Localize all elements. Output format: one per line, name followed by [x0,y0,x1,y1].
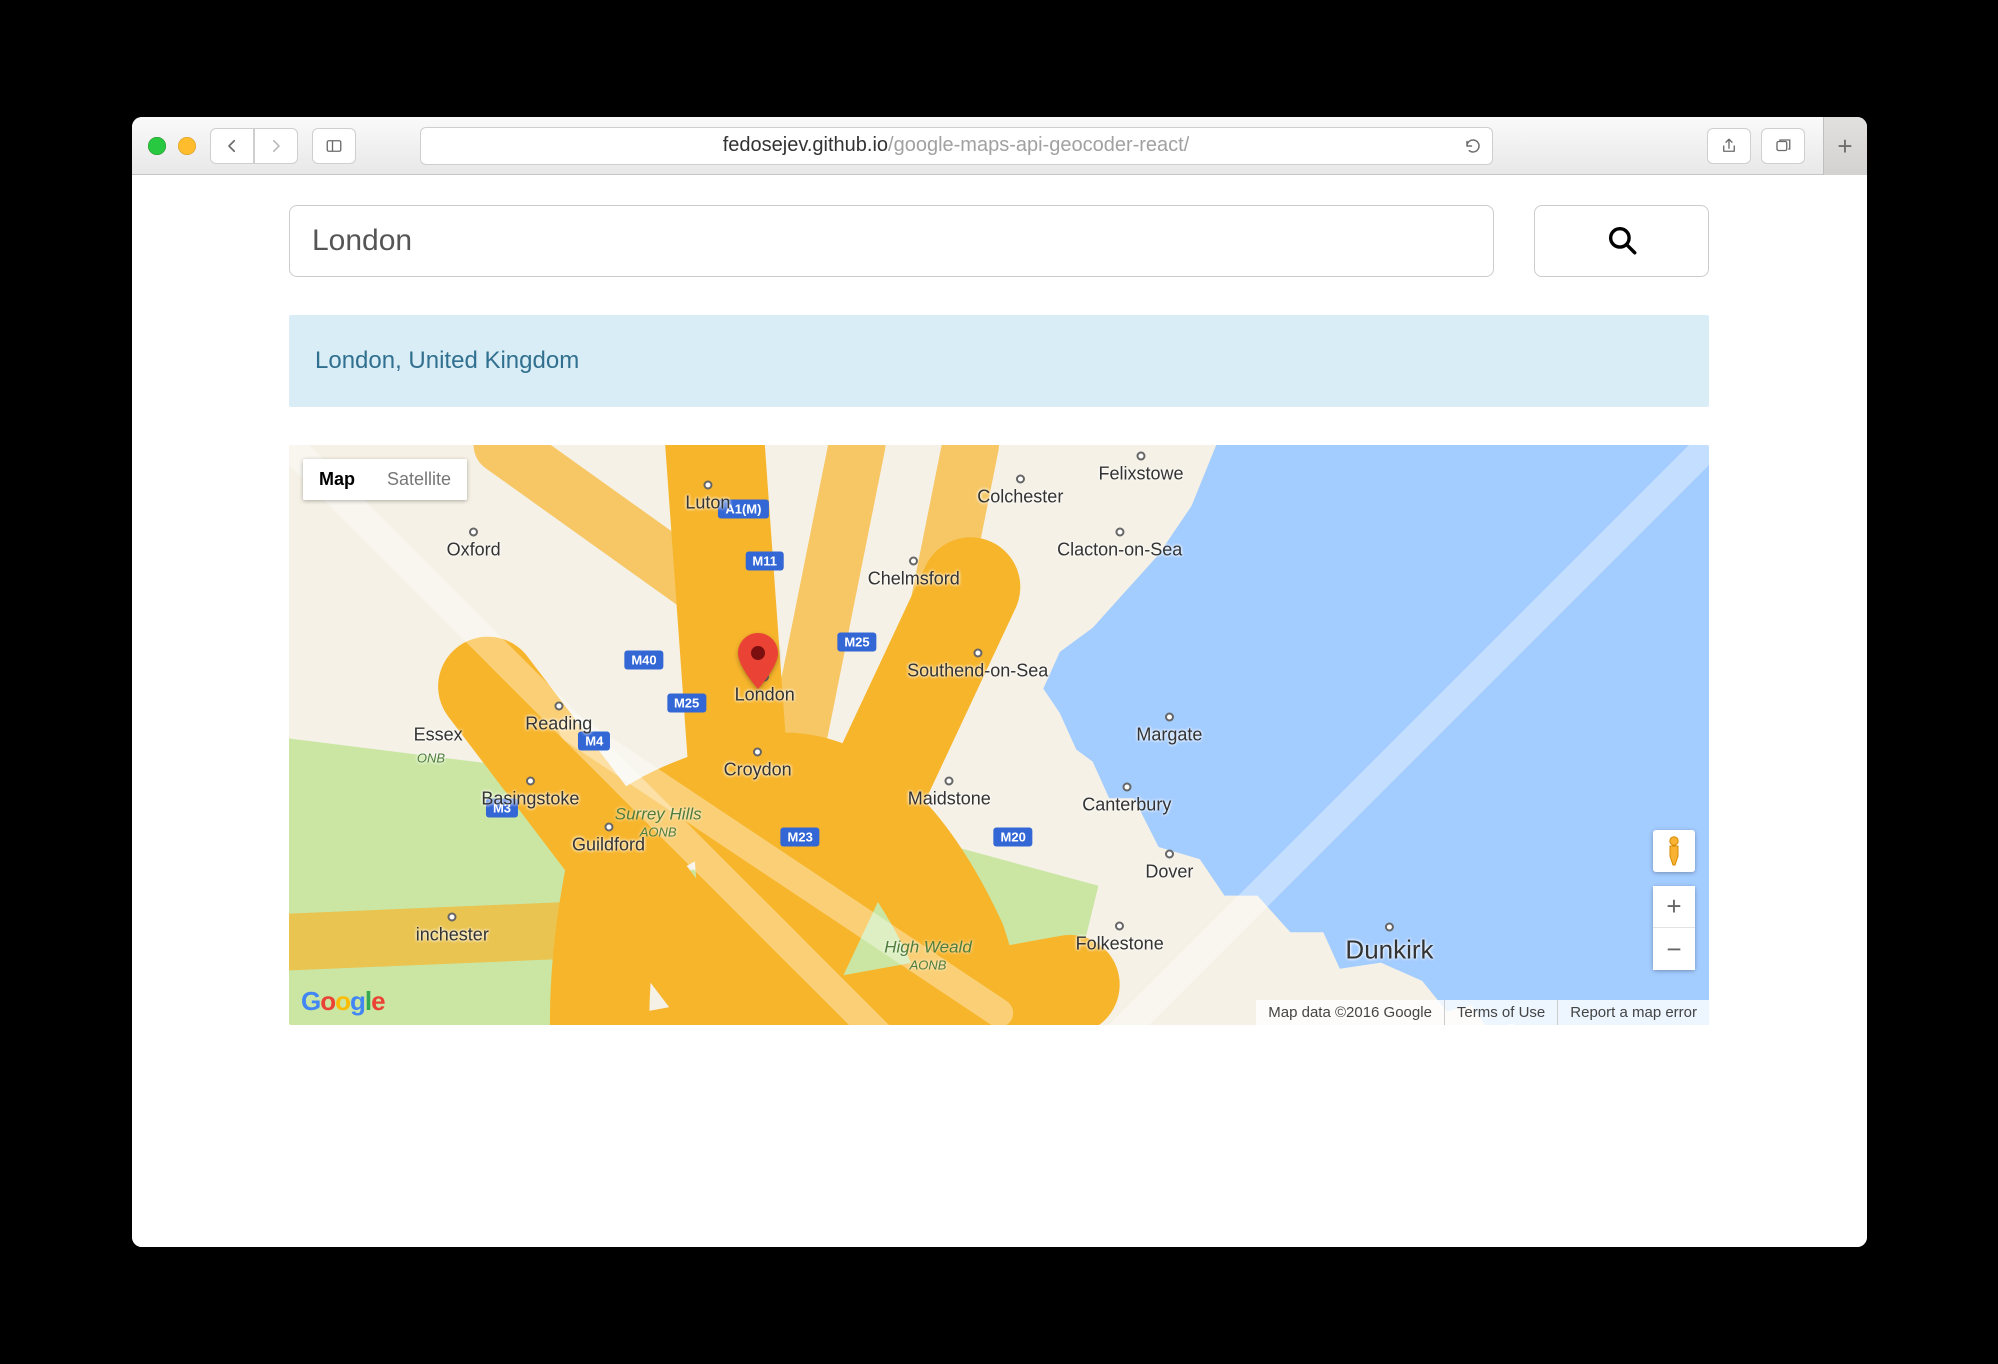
report-link[interactable]: Report a map error [1570,1004,1697,1021]
zoom-control: + − [1653,886,1695,970]
city-label: Maidstone [908,777,991,810]
search-button[interactable] [1534,205,1709,277]
park-label: High WealdAONB [884,938,972,973]
city-label: Margate [1136,713,1202,746]
city-label: Chelmsford [868,556,960,589]
map-type-satellite[interactable]: Satellite [371,459,467,500]
city-label: Dunkirk [1345,922,1433,965]
result-text: London, United Kingdom [315,347,579,374]
road-sign: M4 [578,731,610,750]
map-attribution: Map data ©2016 Google Terms of Use Repor… [1256,1000,1709,1025]
city-label: Luton [685,481,730,514]
road-sign: M25 [667,694,706,713]
fullscreen-window-icon[interactable] [148,137,166,155]
road-sign: M40 [624,650,663,669]
city-label: Reading [525,701,592,734]
city-label: Croydon [724,748,792,781]
city-label: Dover [1145,849,1193,882]
city-label: Folkestone [1076,922,1164,955]
road-sign: M23 [781,827,820,846]
road-sign: M20 [994,827,1033,846]
road-sign: M11 [745,552,784,571]
pegman-icon[interactable] [1653,830,1695,872]
map-data-text: Map data ©2016 Google [1256,1000,1444,1025]
city-label: Southend-on-Sea [907,649,1048,682]
window-traffic-lights [148,137,196,155]
city-label: Canterbury [1082,782,1171,815]
navigation-buttons [210,128,298,164]
map-right-controls: + − [1653,830,1695,970]
terms-link[interactable]: Terms of Use [1457,1004,1545,1021]
search-row [289,205,1709,277]
map-type-control: Map Satellite [303,459,467,500]
browser-toolbar: fedosejev.github.io/google-maps-api-geoc… [132,117,1867,175]
city-label: inchester [416,913,489,946]
show-tabs-button[interactable] [1761,128,1805,164]
page-viewport[interactable]: London, United Kingdom [132,175,1867,1247]
share-button[interactable] [1707,128,1751,164]
app-container: London, United Kingdom [289,175,1709,1085]
address-url: fedosejev.github.io/google-maps-api-geoc… [723,134,1190,157]
map-canvas[interactable]: A1(M)M11M25M40M25M4M3M23M20 Surrey Hills… [289,445,1709,1025]
forward-button[interactable] [254,128,298,164]
zoom-out-button[interactable]: − [1653,928,1695,970]
city-label: Essex [414,725,463,746]
reload-icon[interactable] [1464,137,1482,155]
toolbar-right-buttons [1707,128,1805,164]
geocode-result-banner: London, United Kingdom [289,315,1709,407]
new-tab-button[interactable]: + [1823,117,1867,175]
city-label: Oxford [447,527,501,560]
city-label: Colchester [977,475,1063,508]
zoom-in-button[interactable]: + [1653,886,1695,928]
google-logo: Google [301,986,385,1017]
road-sign: M25 [837,633,876,652]
city-label: Guildford [572,823,645,856]
city-label: Basingstoke [481,777,579,810]
search-icon [1605,223,1639,260]
minimize-window-icon[interactable] [178,137,196,155]
map-type-map[interactable]: Map [303,459,371,500]
map-roads-layer [289,445,1709,1025]
city-label: Clacton-on-Sea [1057,527,1182,560]
map-marker-icon[interactable] [738,633,778,694]
back-button[interactable] [210,128,254,164]
sidebar-toggle-button[interactable] [312,128,356,164]
city-label: ONB [417,751,445,766]
address-bar[interactable]: fedosejev.github.io/google-maps-api-geoc… [420,127,1493,165]
safari-window: fedosejev.github.io/google-maps-api-geoc… [132,117,1867,1247]
city-label: Felixstowe [1098,452,1183,485]
search-input[interactable] [289,205,1494,277]
